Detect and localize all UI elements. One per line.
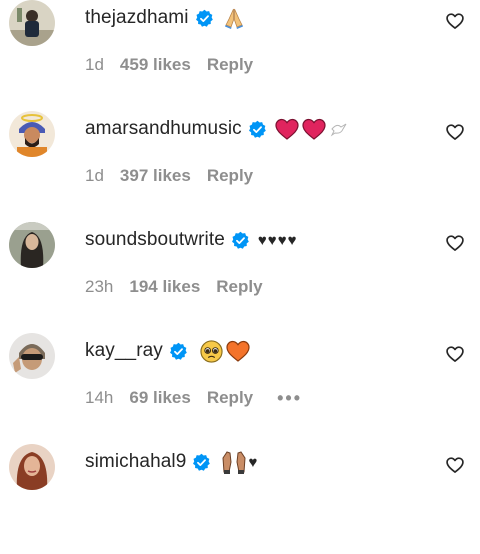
- username[interactable]: soundsboutwrite: [85, 229, 225, 251]
- avatar[interactable]: [9, 333, 55, 379]
- comment-header: thejazdhami: [85, 4, 246, 32]
- timestamp: 1d: [85, 55, 104, 74]
- like-heart-icon[interactable]: [445, 344, 465, 364]
- verified-badge-icon: [248, 120, 267, 139]
- comment-item: simichahal9 ♥: [0, 444, 480, 554]
- timestamp: 23h: [85, 277, 114, 296]
- verified-badge-icon: [169, 342, 188, 361]
- avatar[interactable]: [9, 222, 55, 268]
- like-heart-icon[interactable]: [445, 455, 465, 475]
- username[interactable]: amarsandhumusic: [85, 118, 242, 140]
- comment-header: simichahal9 ♥: [85, 448, 257, 476]
- comment-meta: 23h 194 likes Reply: [85, 276, 263, 298]
- comment-text: [222, 6, 246, 30]
- username[interactable]: thejazdhami: [85, 7, 189, 29]
- comment-item: thejazdhami 1d 459 likes Reply: [0, 0, 480, 110]
- pleading-face-icon: [200, 339, 223, 363]
- reply-button[interactable]: Reply: [207, 388, 253, 408]
- comment-meta: 1d 397 likes Reply: [85, 165, 253, 187]
- avatar[interactable]: [9, 111, 55, 157]
- like-heart-icon[interactable]: [445, 122, 465, 142]
- avatar[interactable]: [9, 0, 55, 46]
- verified-badge-icon: [195, 9, 214, 28]
- likes-count[interactable]: 459 likes: [120, 55, 191, 75]
- like-heart-icon[interactable]: [445, 233, 465, 253]
- comment-text: ♥♥♥♥: [257, 231, 298, 249]
- comment-text: ♥: [221, 450, 257, 474]
- comment-item: kay__ray 14h 69 likes Reply •••: [0, 333, 480, 443]
- orange-heart-icon: [226, 340, 250, 362]
- username[interactable]: kay__ray: [85, 340, 163, 362]
- avatar[interactable]: [9, 444, 55, 490]
- likes-count[interactable]: 194 likes: [129, 277, 200, 297]
- comment-text: [200, 339, 250, 363]
- like-heart-icon[interactable]: [445, 11, 465, 31]
- comment-item: amarsandhumusic 1d 397 likes Reply: [0, 111, 480, 221]
- dove-icon: [330, 123, 347, 137]
- username[interactable]: simichahal9: [85, 451, 186, 473]
- likes-count[interactable]: 69 likes: [129, 388, 190, 408]
- folded-hands-icon: [224, 8, 243, 29]
- comment-meta: 1d 459 likes Reply: [85, 54, 253, 76]
- comment-text: [275, 118, 349, 140]
- comment-header: kay__ray: [85, 337, 250, 365]
- reply-button[interactable]: Reply: [207, 55, 253, 75]
- comment-item: soundsboutwrite ♥♥♥♥ 23h 194 likes Reply: [0, 222, 480, 332]
- comment-meta: 14h 69 likes Reply •••: [85, 387, 302, 409]
- reply-button[interactable]: Reply: [207, 166, 253, 186]
- red-heart-icon: [275, 118, 299, 140]
- comment-header: soundsboutwrite ♥♥♥♥: [85, 226, 298, 254]
- reply-button[interactable]: Reply: [216, 277, 262, 297]
- raised-hands-icon: [222, 451, 246, 474]
- verified-badge-icon: [231, 231, 250, 250]
- likes-count[interactable]: 397 likes: [120, 166, 191, 186]
- comment-header: amarsandhumusic: [85, 115, 349, 143]
- verified-badge-icon: [192, 453, 211, 472]
- timestamp: 14h: [85, 388, 114, 407]
- timestamp: 1d: [85, 166, 104, 185]
- heart-text: ♥: [248, 453, 258, 471]
- red-heart-icon: [302, 118, 326, 140]
- more-options-icon[interactable]: •••: [277, 388, 302, 409]
